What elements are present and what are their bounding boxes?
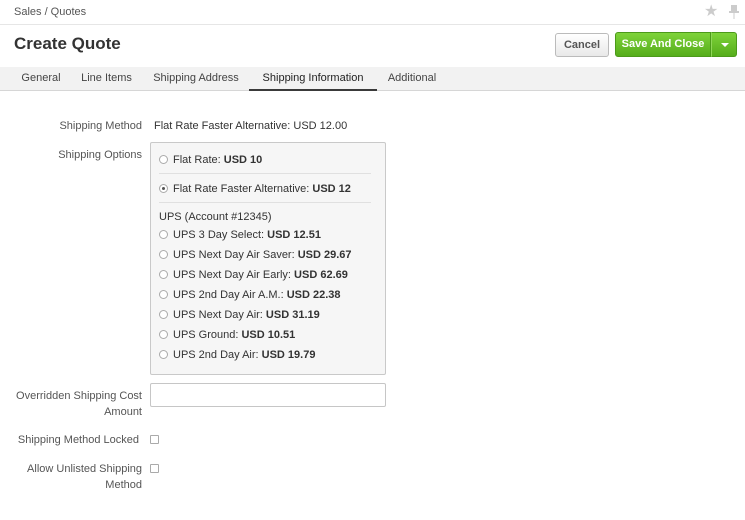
pin-icon[interactable] [727, 4, 741, 20]
overridden-cost-label-line1: Overridden Shipping Cost [16, 390, 142, 402]
shipping-method-label: Shipping Method [59, 120, 142, 132]
star-icon[interactable]: ★ [704, 4, 720, 20]
option-text: Flat Rate: USD 10 [173, 154, 263, 166]
page-title: Create Quote [14, 34, 121, 53]
option-text: UPS 2nd Day Air A.M.: USD 22.38 [173, 289, 341, 301]
option-divider [159, 202, 371, 203]
tab-general[interactable]: General [12, 67, 70, 90]
option-text: UPS 3 Day Select: USD 12.51 [173, 229, 321, 241]
overridden-cost-label-line2: Amount [104, 406, 142, 418]
option-text: UPS Next Day Air Early: USD 62.69 [173, 269, 348, 281]
method-locked-checkbox[interactable] [150, 435, 159, 444]
option-text: UPS Ground: USD 10.51 [173, 329, 296, 341]
header-divider [0, 24, 745, 25]
radio-button[interactable] [159, 270, 168, 279]
shipping-method-value: Flat Rate Faster Alternative: USD 12.00 [154, 120, 348, 132]
option-text: Flat Rate Faster Alternative: USD 12 [173, 183, 351, 195]
shipping-options-box: Flat Rate: USD 10 Flat Rate Faster Alter… [150, 142, 386, 375]
radio-button[interactable] [159, 230, 168, 239]
allow-unlisted-checkbox[interactable] [150, 464, 159, 473]
option-text: UPS Next Day Air Saver: USD 29.67 [173, 249, 352, 261]
overridden-shipping-cost-input[interactable] [150, 383, 386, 407]
tab-shipping-information[interactable]: Shipping Information [249, 67, 377, 91]
tab-line-items[interactable]: Line Items [73, 67, 140, 90]
method-locked-label: Shipping Method Locked [17, 434, 139, 446]
radio-button[interactable] [159, 310, 168, 319]
option-text: UPS 2nd Day Air: USD 19.79 [173, 349, 316, 361]
shipping-options-label: Shipping Options [58, 149, 142, 161]
save-options-dropdown-button[interactable] [711, 32, 737, 57]
option-text: UPS Next Day Air: USD 31.19 [173, 309, 320, 321]
radio-button[interactable] [159, 290, 168, 299]
ups-group-title: UPS (Account #12345) [159, 211, 272, 223]
radio-button[interactable] [159, 350, 168, 359]
radio-button[interactable] [159, 155, 168, 164]
breadcrumb[interactable]: Sales / Quotes [14, 6, 86, 18]
tab-additional[interactable]: Additional [380, 67, 444, 90]
cancel-button[interactable]: Cancel [555, 33, 609, 57]
option-divider [159, 173, 371, 174]
allow-unlisted-label-line2: Method [105, 479, 142, 491]
tab-shipping-address[interactable]: Shipping Address [144, 67, 248, 90]
save-and-close-button[interactable]: Save And Close [615, 32, 711, 57]
top-bar: Sales / Quotes ★ [0, 0, 745, 24]
radio-button-selected[interactable] [159, 184, 168, 193]
allow-unlisted-label-line1: Allow Unlisted Shipping [27, 463, 142, 475]
radio-button[interactable] [159, 330, 168, 339]
radio-button[interactable] [159, 250, 168, 259]
tab-bar: General Line Items Shipping Address Ship… [0, 67, 745, 91]
